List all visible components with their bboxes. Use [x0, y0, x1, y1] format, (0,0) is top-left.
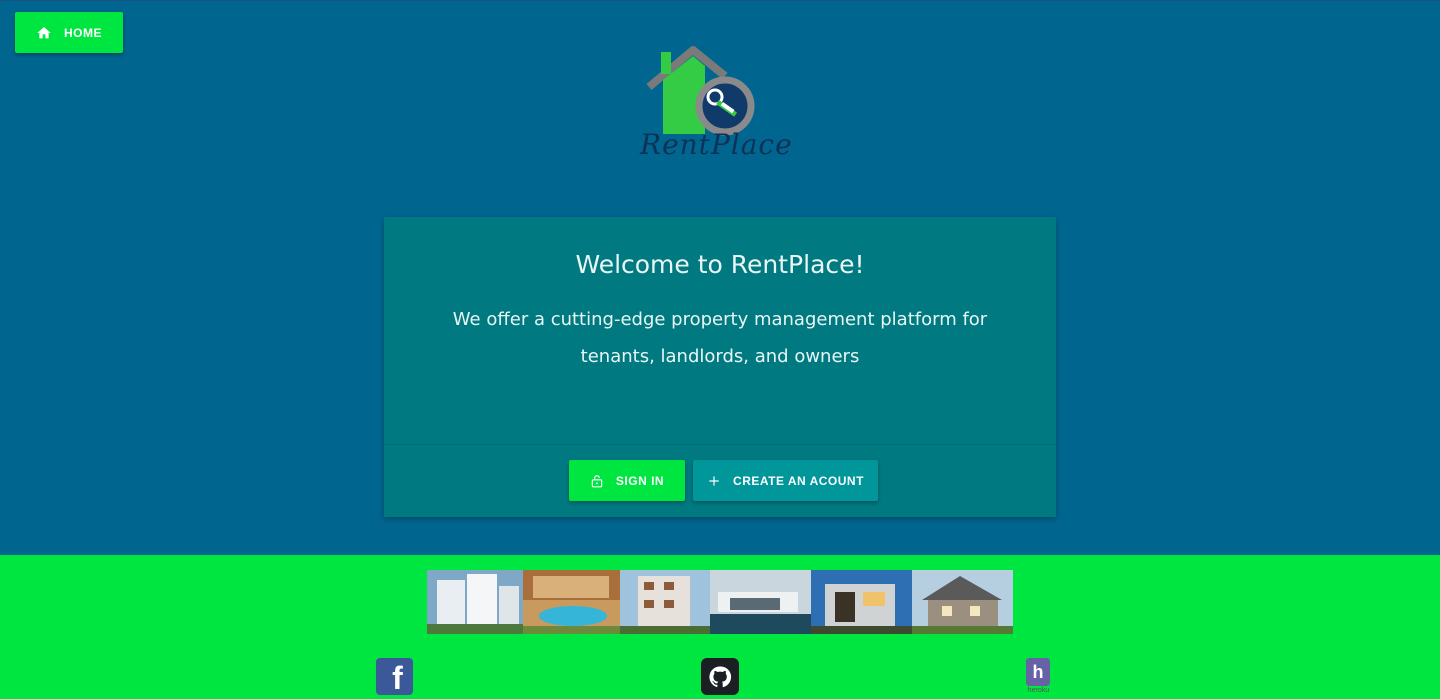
welcome-card: Welcome to RentPlace! We offer a cutting… — [384, 217, 1056, 517]
top-border — [0, 0, 1440, 1]
facebook-icon: f — [392, 660, 403, 696]
property-gallery — [427, 570, 1013, 634]
github-icon — [709, 665, 732, 687]
footer: f h heroku — [0, 555, 1440, 699]
pool-apartment-photo — [523, 570, 620, 634]
sign-in-button[interactable]: SIGN IN — [569, 460, 685, 501]
create-account-label: CREATE AN ACOUNT — [733, 473, 864, 488]
sign-in-label: SIGN IN — [615, 473, 665, 488]
heroku-link[interactable]: h heroku — [1026, 658, 1051, 698]
welcome-title: Welcome to RentPlace! — [575, 250, 865, 279]
github-link[interactable] — [701, 658, 739, 695]
home-button-label: HOME — [64, 25, 102, 40]
card-divider — [384, 444, 1056, 445]
heroku-icon: h — [1026, 658, 1050, 686]
home-icon — [37, 26, 51, 38]
logo-text: RentPlace — [640, 128, 793, 161]
apartment-block-photo — [620, 570, 710, 634]
building-photo — [427, 570, 523, 634]
heroku-caption: heroku — [1027, 687, 1050, 694]
facebook-link[interactable]: f — [376, 658, 413, 695]
modern-house-photo — [811, 570, 912, 634]
create-account-button[interactable]: CREATE AN ACOUNT — [693, 460, 878, 501]
plus-icon — [709, 475, 719, 486]
unlock-icon — [591, 474, 603, 487]
welcome-description: We offer a cutting-edge property managem… — [452, 309, 988, 367]
suburban-house-photo — [912, 570, 1013, 634]
modern-villa-photo — [710, 570, 811, 634]
home-button[interactable]: HOME — [15, 12, 123, 53]
